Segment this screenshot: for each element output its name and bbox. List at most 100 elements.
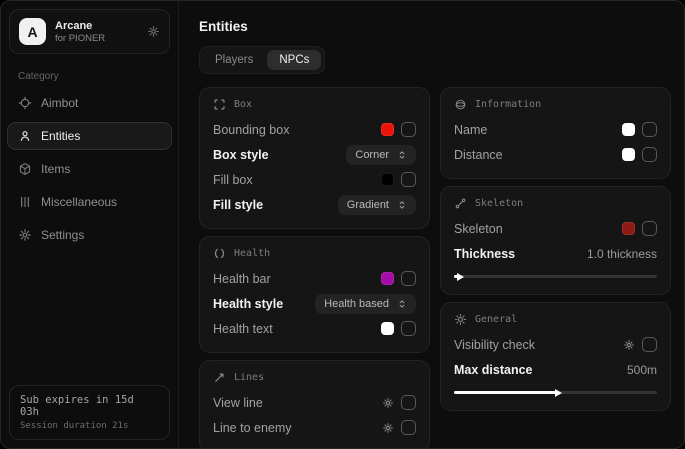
name-row: Name (454, 118, 657, 141)
fill-box-row: Fill box (213, 168, 416, 191)
name-checkbox[interactable] (642, 122, 657, 137)
color-swatch[interactable] (622, 123, 635, 136)
health-style-row: Health style Health based (213, 292, 416, 315)
bounding-box-row: Bounding box (213, 118, 416, 141)
sidebar-settings-icon[interactable] (147, 25, 160, 38)
columns-icon (18, 195, 32, 209)
max-distance-slider[interactable] (454, 391, 657, 394)
thickness-row: Thickness 1.0 thickness (454, 242, 657, 265)
view-line-settings-icon[interactable] (382, 397, 394, 409)
card-title: Lines (234, 372, 264, 383)
row-label: Fill box (213, 173, 253, 187)
skeleton-card: Skeleton Skeleton Thickness 1.0 thicknes… (440, 186, 671, 295)
unfold-icon (397, 150, 407, 160)
view-line-row: View line (213, 391, 416, 414)
sidebar-nav: Aimbot Entities Items Miscellaneous (1, 89, 178, 249)
color-swatch[interactable] (381, 272, 394, 285)
dropdown-value: Health based (324, 298, 389, 310)
general-card: General Visibility check Max distance (440, 302, 671, 411)
color-swatch[interactable] (622, 222, 635, 235)
sidebar-item-label: Aimbot (41, 96, 78, 110)
sub-expires-text: Sub expires in 15d 03h (20, 394, 159, 418)
row-label: Health style (213, 297, 283, 311)
line-to-enemy-row: Line to enemy (213, 416, 416, 439)
diagonal-line-icon (213, 371, 226, 384)
sidebar-item-miscellaneous[interactable]: Miscellaneous (7, 188, 172, 216)
subscription-card: Sub expires in 15d 03h Session duration … (9, 385, 170, 440)
card-title: Box (234, 99, 252, 110)
page-title: Entities (199, 19, 671, 34)
tab-npcs[interactable]: NPCs (267, 50, 321, 70)
visibility-check-row: Visibility check (454, 333, 657, 356)
skeleton-checkbox[interactable] (642, 221, 657, 236)
line-to-enemy-settings-icon[interactable] (382, 422, 394, 434)
max-distance-value: 500m (627, 363, 657, 377)
color-swatch[interactable] (622, 148, 635, 161)
distance-row: Distance (454, 143, 657, 166)
health-bar-checkbox[interactable] (401, 271, 416, 286)
sidebar-item-label: Settings (41, 228, 84, 242)
sidebar: A Arcane for PIONER Category Aimbot (1, 1, 179, 448)
unfold-icon (397, 299, 407, 309)
row-label: Box style (213, 148, 269, 162)
row-label: Name (454, 123, 487, 137)
sidebar-item-label: Entities (41, 129, 80, 143)
row-label: Health bar (213, 272, 271, 286)
cube-icon (18, 162, 32, 176)
bone-icon (454, 197, 467, 210)
health-card: Health Health bar Health style Health ba… (199, 236, 430, 353)
gear-icon (18, 228, 32, 242)
card-title: Information (475, 99, 541, 110)
box-style-row: Box style Corner (213, 143, 416, 166)
visibility-check-settings-icon[interactable] (623, 339, 635, 351)
skeleton-row: Skeleton (454, 217, 657, 240)
brand-card: A Arcane for PIONER (9, 9, 170, 54)
sidebar-item-aimbot[interactable]: Aimbot (7, 89, 172, 117)
session-duration-text: Session duration 21s (20, 421, 159, 431)
tab-bar: Players NPCs (199, 46, 325, 74)
row-label: Distance (454, 148, 503, 162)
box-style-dropdown[interactable]: Corner (346, 145, 416, 165)
slider-fill[interactable] (454, 391, 556, 394)
dropdown-value: Gradient (347, 199, 389, 211)
color-swatch[interactable] (381, 173, 394, 186)
fill-style-row: Fill style Gradient (213, 193, 416, 216)
thickness-slider[interactable] (454, 275, 657, 278)
fill-style-dropdown[interactable]: Gradient (338, 195, 416, 215)
color-swatch[interactable] (381, 322, 394, 335)
health-style-dropdown[interactable]: Health based (315, 294, 416, 314)
row-label: View line (213, 396, 263, 410)
distance-checkbox[interactable] (642, 147, 657, 162)
slider-fill[interactable] (454, 275, 458, 278)
sidebar-item-label: Miscellaneous (41, 195, 117, 209)
arcane-window: A Arcane for PIONER Category Aimbot (0, 0, 685, 449)
sidebar-item-entities[interactable]: Entities (7, 122, 172, 150)
fill-box-checkbox[interactable] (401, 172, 416, 187)
health-text-row: Health text (213, 317, 416, 340)
max-distance-row: Max distance 500m (454, 358, 657, 381)
row-label: Fill style (213, 198, 263, 212)
brand-logo: A (19, 18, 46, 45)
visibility-check-checkbox[interactable] (642, 337, 657, 352)
tab-players[interactable]: Players (203, 50, 265, 70)
brand-name: Arcane (55, 20, 105, 32)
thickness-value: 1.0 thickness (587, 247, 657, 261)
sidebar-item-settings[interactable]: Settings (7, 221, 172, 249)
sphere-icon (454, 98, 467, 111)
line-to-enemy-checkbox[interactable] (401, 420, 416, 435)
color-swatch[interactable] (381, 123, 394, 136)
sidebar-item-items[interactable]: Items (7, 155, 172, 183)
card-title: Health (234, 248, 270, 259)
main-panel: Entities Players NPCs Box Bounding box (179, 1, 684, 448)
health-text-checkbox[interactable] (401, 321, 416, 336)
unfold-icon (397, 200, 407, 210)
view-line-checkbox[interactable] (401, 395, 416, 410)
parens-icon (213, 247, 226, 260)
row-label: Max distance (454, 363, 533, 377)
sidebar-item-label: Items (41, 162, 70, 176)
lines-card: Lines View line Line to enemy (199, 360, 430, 448)
box-corners-icon (213, 98, 226, 111)
row-label: Thickness (454, 247, 515, 261)
information-card: Information Name Distance (440, 87, 671, 179)
bounding-box-checkbox[interactable] (401, 122, 416, 137)
